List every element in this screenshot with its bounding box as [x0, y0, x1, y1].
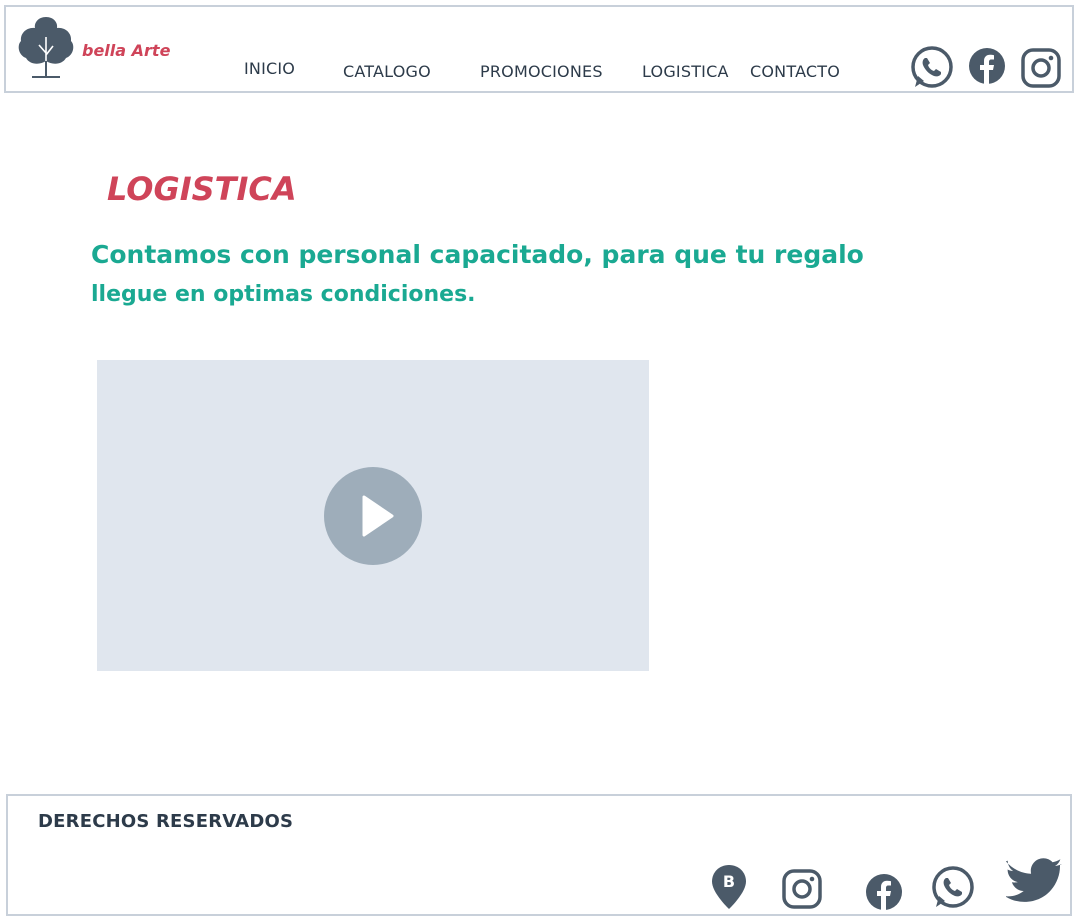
subtitle-line-1: Contamos con personal capacitado, para q…: [91, 240, 864, 269]
whatsapp-icon[interactable]: [931, 865, 975, 909]
copyright-text: DERECHOS RESERVADOS: [38, 811, 294, 832]
site-footer: DERECHOS RESERVADOS B: [6, 794, 1072, 916]
site-header: bella Arte INICIO CATALOGO PROMOCIONES L…: [4, 5, 1074, 93]
brand-name[interactable]: bella Arte: [82, 41, 170, 60]
instagram-icon[interactable]: [1021, 48, 1061, 88]
map-pin-b-icon[interactable]: B: [711, 864, 747, 910]
nav-item-inicio[interactable]: INICIO: [244, 59, 295, 78]
tree-icon[interactable]: [16, 15, 76, 81]
play-button[interactable]: [324, 467, 422, 565]
nav-item-logistica[interactable]: LOGISTICA: [642, 62, 729, 81]
video-player[interactable]: [97, 360, 649, 671]
nav-item-contacto[interactable]: CONTACTO: [750, 62, 840, 81]
play-icon: [362, 495, 394, 537]
whatsapp-icon[interactable]: [910, 45, 954, 89]
page-title: LOGISTICA: [107, 170, 297, 208]
nav-item-catalogo[interactable]: CATALOGO: [343, 62, 431, 81]
twitter-icon[interactable]: [1006, 858, 1064, 906]
subtitle-line-2: llegue en optimas condiciones.: [91, 282, 476, 307]
svg-text:B: B: [723, 872, 735, 891]
facebook-icon[interactable]: [865, 873, 903, 911]
facebook-icon[interactable]: [968, 47, 1006, 85]
instagram-icon[interactable]: [782, 869, 822, 909]
nav-item-promociones[interactable]: PROMOCIONES: [480, 62, 603, 81]
